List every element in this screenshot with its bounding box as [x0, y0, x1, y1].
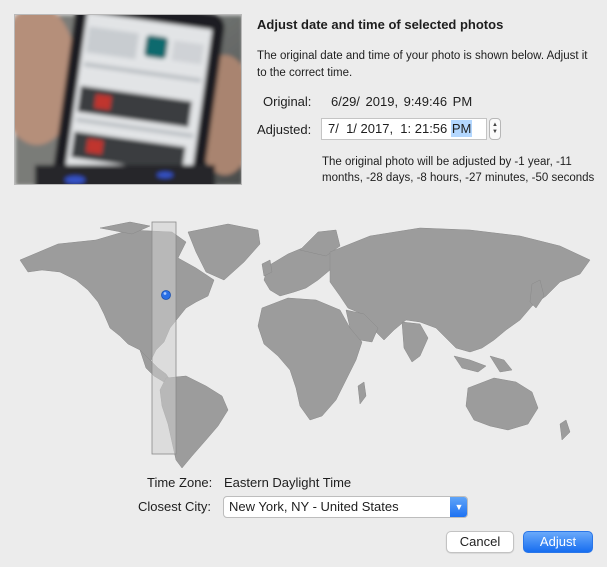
- location-pin-icon[interactable]: [161, 290, 171, 300]
- timezone-band: [151, 221, 177, 455]
- adjust-button[interactable]: Adjust: [523, 531, 593, 553]
- adjusted-datetime-value[interactable]: 7/ 1/ 2017, 1: 21:56: [328, 121, 451, 136]
- adjustment-note: The original photo will be adjusted by -…: [322, 156, 595, 184]
- stepper-up-icon[interactable]: ▲: [492, 122, 498, 129]
- photo-thumbnail: [14, 14, 242, 185]
- timezone-world-map[interactable]: [0, 210, 607, 468]
- dialog-intro: The original date and time of your photo…: [257, 50, 588, 79]
- original-label: Original:: [263, 94, 312, 109]
- closest-city-select[interactable]: New York, NY - United States ▼: [223, 496, 468, 518]
- cancel-button[interactable]: Cancel: [446, 531, 514, 553]
- dialog-heading: Adjust date and time of selected photos: [257, 17, 504, 32]
- adjusted-label: Adjusted:: [257, 122, 312, 137]
- timezone-label: Time Zone:: [147, 475, 213, 490]
- timezone-value: Eastern Daylight Time: [224, 475, 352, 490]
- ampm-segment[interactable]: PM: [450, 120, 473, 137]
- closest-city-value: New York, NY - United States: [229, 499, 399, 514]
- original-datetime: 6/29/ 2019, 9:49:46 PM: [331, 94, 473, 109]
- stepper-icon[interactable]: ▲ ▼: [489, 118, 501, 140]
- closest-city-label: Closest City:: [138, 499, 211, 514]
- world-landmass: [19, 221, 591, 468]
- adjusted-datetime-field[interactable]: 7/ 1/ 2017, 1: 21:56 PM: [321, 118, 487, 140]
- photo-image: [15, 15, 241, 184]
- stepper-down-icon[interactable]: ▼: [492, 129, 498, 136]
- chevron-down-icon[interactable]: ▼: [450, 497, 467, 517]
